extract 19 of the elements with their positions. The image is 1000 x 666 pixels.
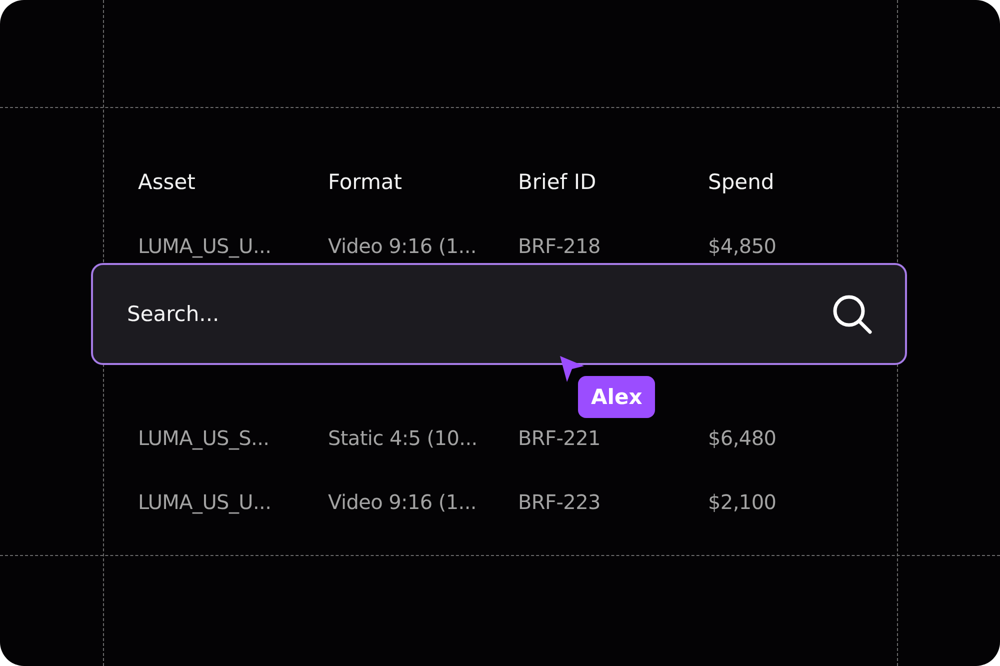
table-cell-text: Video 9:16 (1... xyxy=(328,234,478,258)
search-field[interactable]: Search... xyxy=(125,301,831,327)
table-cell-text: Static 4:5 (10... xyxy=(328,426,478,450)
table-cell-text: BRF-218 xyxy=(518,234,602,258)
table-cell-text: BRF-223 xyxy=(518,490,602,514)
table-cell-text: LUMA_US_U... xyxy=(138,234,272,258)
table-cell-text: LUMA_US_U... xyxy=(138,490,272,514)
table-cell-text: $6,480 xyxy=(708,426,778,450)
column-header: Spend xyxy=(708,170,776,194)
table-cell-text: BRF-221 xyxy=(518,426,602,450)
user-name-tag: Alex xyxy=(578,376,656,418)
table-cell-text: $4,850 xyxy=(708,234,778,258)
table-cell-text: Video 9:16 (1... xyxy=(328,490,478,514)
column-header: Format xyxy=(328,170,404,194)
column-header: Brief ID xyxy=(518,170,598,194)
column-header: Asset xyxy=(138,170,196,194)
table-cell-text: LUMA_US_S... xyxy=(138,426,270,450)
table-cell-text: $2,100 xyxy=(708,490,778,514)
search-icon xyxy=(831,293,873,335)
